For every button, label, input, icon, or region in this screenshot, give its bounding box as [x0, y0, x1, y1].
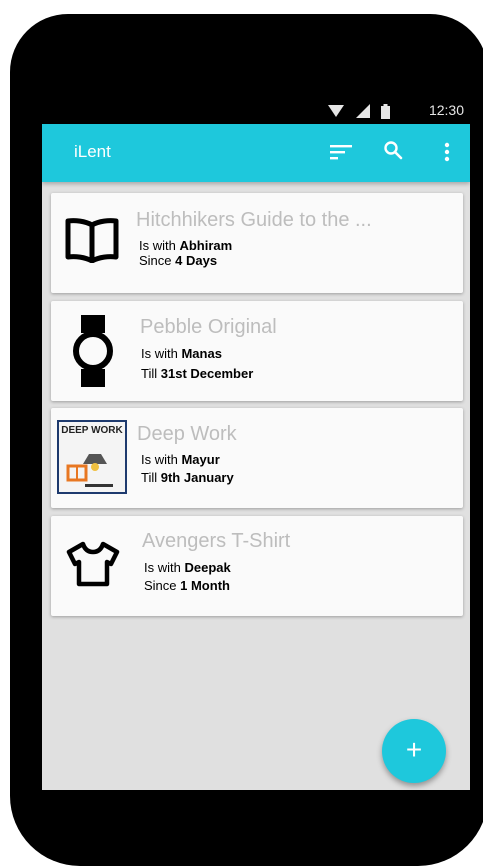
item-holder: Is with Mayur	[141, 452, 220, 467]
cover-title: DEEP WORK	[61, 425, 123, 436]
item-title: Deep Work	[137, 423, 237, 445]
deep-work-cover-image: DEEP WORK	[57, 420, 127, 494]
item-title: Hitchhikers Guide to the ...	[136, 209, 372, 231]
book-icon	[65, 218, 119, 263]
item-duration: Since 4 Days	[139, 253, 218, 268]
search-icon[interactable]	[383, 140, 403, 160]
item-title: Pebble Original	[140, 316, 277, 338]
item-holder: Is with Deepak	[144, 560, 231, 575]
battery-icon	[381, 104, 390, 119]
wifi-icon	[328, 105, 344, 117]
signal-icon	[356, 104, 370, 118]
plus-icon: +	[405, 734, 423, 765]
status-time: 12:30	[428, 102, 464, 118]
app-screen: 12:30 iLent Hitchhikers Guide to the ...…	[42, 98, 470, 790]
list-item-deep-work[interactable]: DEEP WORK Deep Work Is with Mayur Till 9…	[51, 408, 463, 508]
app-bar: iLent	[42, 124, 470, 182]
list-item-avengers-tshirt[interactable]: Avengers T-Shirt Is with Deepak Since 1 …	[51, 516, 463, 616]
sort-icon[interactable]	[330, 144, 352, 160]
item-duration: Till 9th January	[141, 470, 234, 485]
item-duration: Till 31st December	[141, 366, 254, 381]
add-item-button[interactable]: +	[382, 719, 446, 783]
item-duration: Since 1 Month	[144, 578, 230, 593]
item-holder: Is with Abhiram	[139, 238, 233, 253]
more-vert-icon[interactable]	[444, 142, 450, 162]
item-holder: Is with Manas	[141, 346, 222, 361]
list-item-hitchhikers[interactable]: Hitchhikers Guide to the ... Is with Abh…	[51, 193, 463, 293]
app-title: iLent	[74, 142, 111, 161]
status-bar: 12:30	[42, 98, 470, 124]
lamp-graphic	[66, 454, 113, 487]
watch-icon	[73, 315, 113, 387]
item-title: Avengers T-Shirt	[142, 530, 291, 552]
t-shirt-icon	[66, 541, 120, 587]
phone-frame: 12:30 iLent Hitchhikers Guide to the ...…	[10, 14, 483, 866]
list-item-pebble[interactable]: Pebble Original Is with Manas Till 31st …	[51, 301, 463, 401]
